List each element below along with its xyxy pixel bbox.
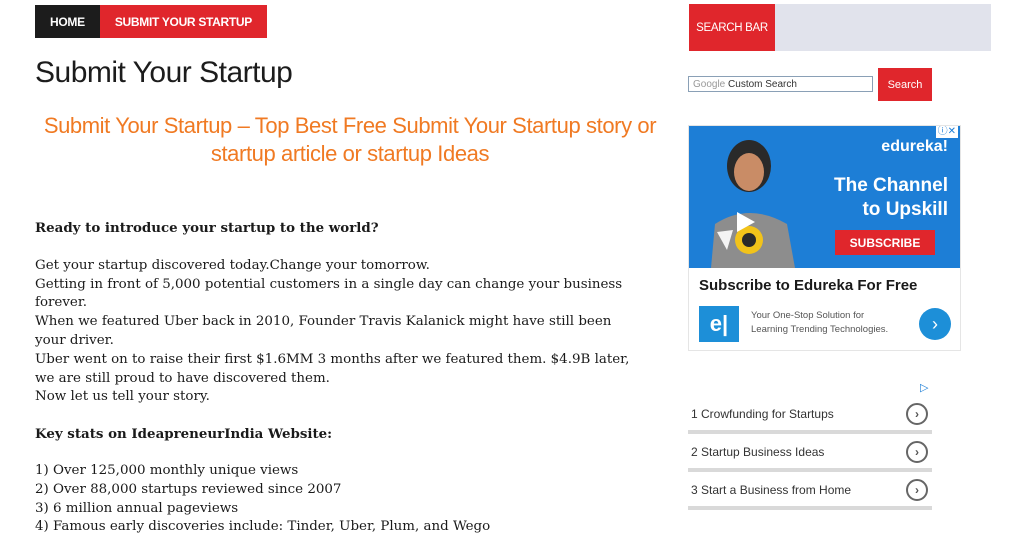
google-brand-label: Google <box>693 79 726 90</box>
ad-headline-line: to Upskill <box>862 199 948 220</box>
related-link-item[interactable]: 1 Crowfunding for Startups › <box>688 396 932 434</box>
edureka-ad[interactable]: ⓘ✕ edureka! The Channel to Upskill SUBSC… <box>688 125 961 351</box>
search-bar-header: SEARCH BAR <box>689 4 991 51</box>
ad-info-close-icon[interactable]: ⓘ✕ <box>935 126 958 138</box>
search-input[interactable]: Google Custom Search <box>688 76 873 92</box>
search-bar-tab: SEARCH BAR <box>689 4 775 51</box>
intro-question: Ready to introduce your startup to the w… <box>35 220 379 236</box>
stat-item: 1) Over 125,000 monthly unique views <box>35 462 299 478</box>
page-subtitle: Submit Your Startup – Top Best Free Subm… <box>43 113 657 166</box>
paragraph-line: Now let us tell your story. <box>35 389 210 405</box>
ad-person-image <box>697 132 809 268</box>
ad-banner[interactable]: ⓘ✕ edureka! The Channel to Upskill SUBSC… <box>689 126 960 268</box>
chevron-right-icon[interactable]: › <box>906 479 928 501</box>
chevron-right-icon[interactable]: › <box>906 403 928 425</box>
related-link-item[interactable]: 2 Startup Business Ideas › <box>688 434 932 472</box>
search-placeholder: Custom Search <box>728 79 797 90</box>
article-content: Ready to introduce your startup to the w… <box>35 219 645 537</box>
edureka-logo-icon: e| <box>699 306 739 342</box>
related-link-text[interactable]: 3 Start a Business from Home <box>691 483 851 497</box>
ad-title[interactable]: Subscribe to Edureka For Free <box>699 277 917 294</box>
related-link-text[interactable]: 1 Crowfunding for Startups <box>691 407 834 421</box>
stat-item: 3) 6 million annual pageviews <box>35 500 239 516</box>
ad-description-line: Your One-Stop Solution for <box>751 310 865 321</box>
ad-headline-line: The Channel <box>833 175 948 196</box>
ad-description: Your One-Stop Solution for Learning Tren… <box>751 309 888 337</box>
adchoices-icon[interactable]: ▷ <box>920 381 928 394</box>
nav-submit-startup-link[interactable]: SUBMIT YOUR STARTUP <box>99 5 268 38</box>
related-links: 1 Crowfunding for Startups › 2 Startup B… <box>688 396 932 510</box>
ad-description-line: Learning Trending Technologies. <box>751 324 889 335</box>
ad-headline: The Channel to Upskill <box>834 174 948 222</box>
ad-go-arrow-icon[interactable]: › <box>919 308 951 340</box>
paragraph-line: When we featured Uber back in 2010, Foun… <box>35 314 612 348</box>
paragraph-line: Getting in front of 5,000 potential cust… <box>35 276 623 311</box>
related-link-item[interactable]: 3 Start a Business from Home › <box>688 472 932 510</box>
nav-home-link[interactable]: HOME <box>35 5 100 38</box>
chevron-right-icon[interactable]: › <box>906 441 928 463</box>
stat-item: 4) Famous early discoveries include: Tin… <box>35 519 491 535</box>
stats-heading: Key stats on IdeapreneurIndia Website: <box>35 426 333 443</box>
top-nav: HOME SUBMIT YOUR STARTUP <box>35 5 268 38</box>
search-button[interactable]: Search <box>878 68 932 101</box>
ad-subscribe-button[interactable]: SUBSCRIBE <box>835 230 935 255</box>
related-link-text[interactable]: 2 Startup Business Ideas <box>691 445 824 459</box>
page-title: Submit Your Startup <box>35 56 293 89</box>
stat-item: 2) Over 88,000 startups reviewed since 2… <box>35 481 342 497</box>
ad-brand: edureka! <box>881 138 948 155</box>
paragraph-line: Uber went on to raise their first $1.6MM… <box>35 351 630 386</box>
paragraph-line: Get your startup discovered today.Change… <box>35 257 430 273</box>
